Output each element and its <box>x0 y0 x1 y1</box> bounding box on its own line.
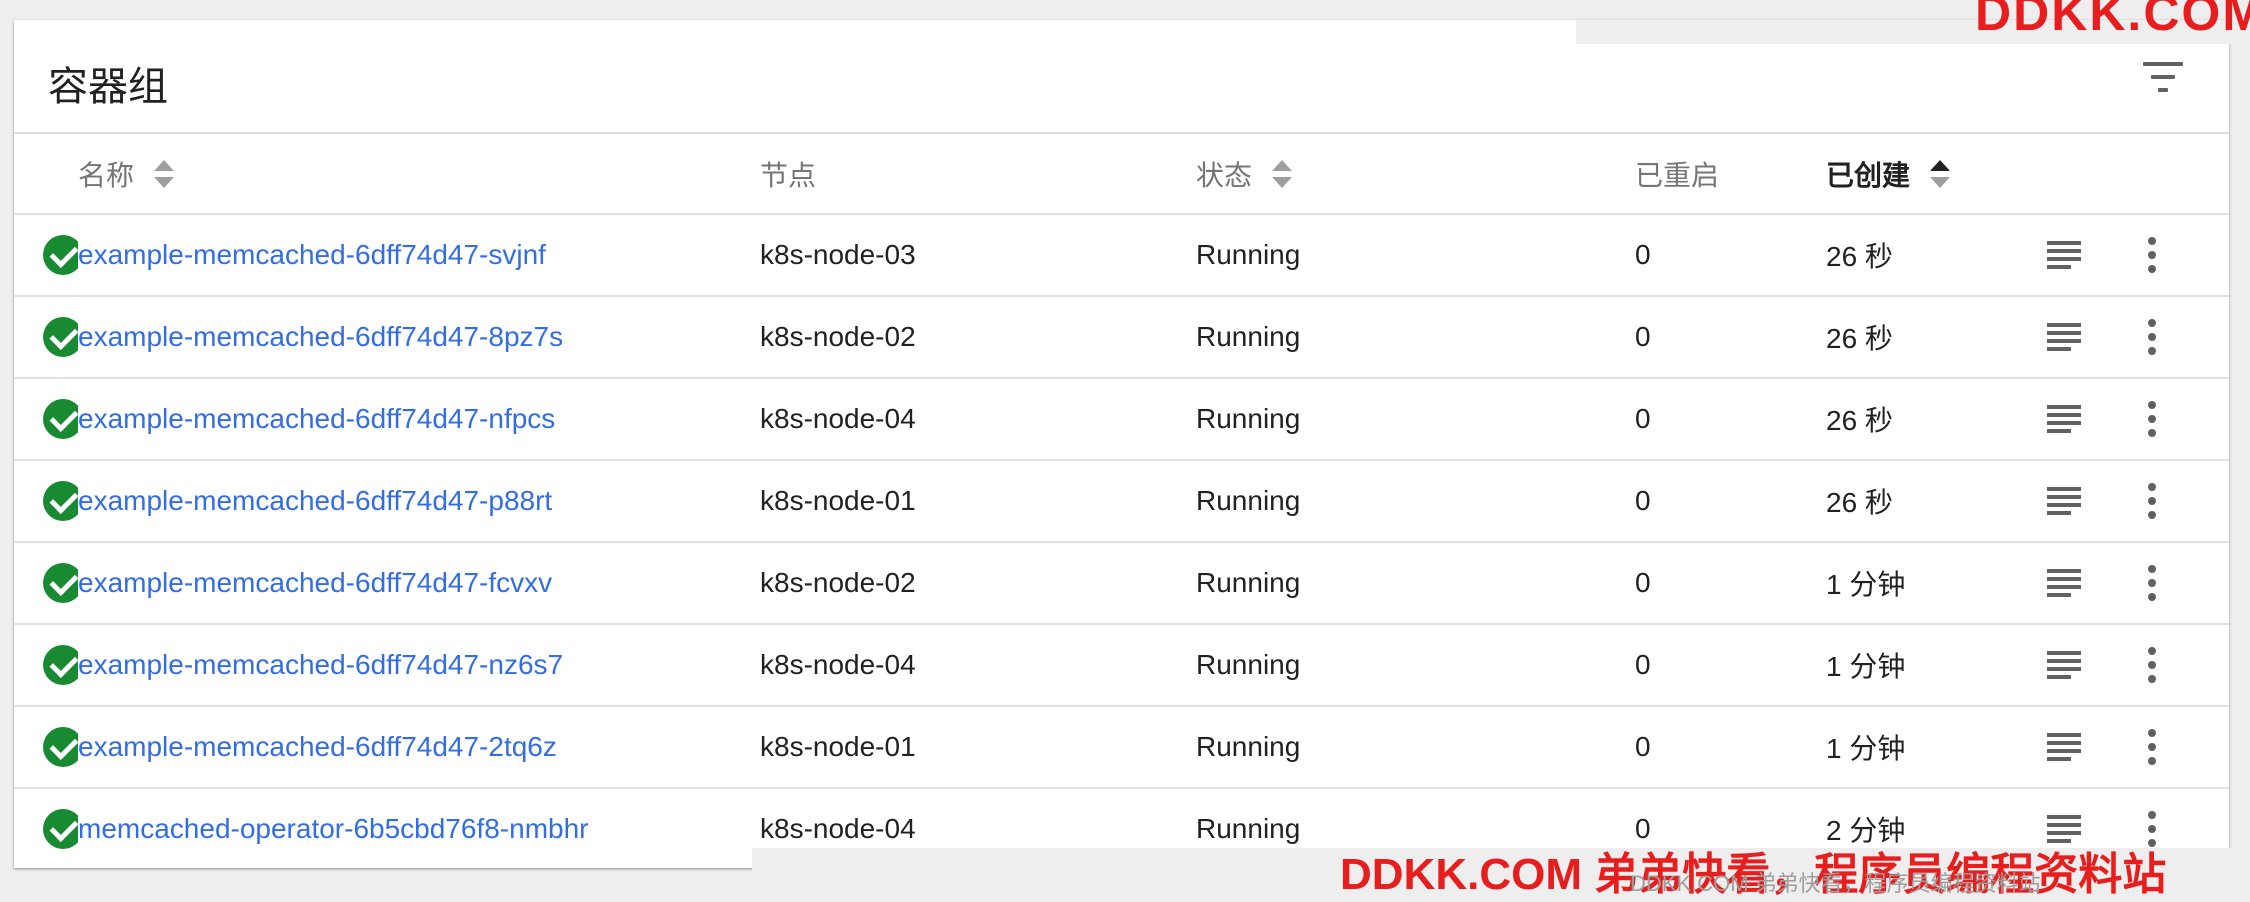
pod-name-link[interactable]: example-memcached-6dff74d47-fcvxv <box>78 567 552 598</box>
check-circle-icon <box>43 563 78 603</box>
more-vert-icon[interactable] <box>2147 483 2157 519</box>
table-row: example-memcached-6dff74d47-nfpcs k8s-no… <box>14 378 2229 460</box>
header-created[interactable]: 已创建 <box>1826 134 2035 214</box>
logs-icon[interactable] <box>2047 651 2081 679</box>
check-circle-icon <box>43 809 78 849</box>
pods-card: 容器组 名称 节点 状态 已重启 已创建 example-memcached-6… <box>14 20 2229 868</box>
header-status[interactable]: 状态 <box>1196 134 1635 214</box>
table-row: example-memcached-6dff74d47-p88rt k8s-no… <box>14 460 2229 542</box>
header-node-label: 节点 <box>760 159 817 191</box>
pod-status: Running <box>1196 567 1301 598</box>
more-vert-icon[interactable] <box>2147 319 2157 355</box>
pod-status: Running <box>1196 649 1301 680</box>
header-logs-spacer <box>2035 134 2115 214</box>
pod-restarts: 0 <box>1635 649 1651 680</box>
check-circle-icon <box>43 481 78 521</box>
pod-name-link[interactable]: example-memcached-6dff74d47-nz6s7 <box>78 649 563 680</box>
pod-age: 1 分钟 <box>1826 569 1906 600</box>
pod-status: Running <box>1196 731 1301 762</box>
check-circle-icon <box>43 727 78 767</box>
table-row: example-memcached-6dff74d47-svjnf k8s-no… <box>14 214 2229 296</box>
pod-restarts: 0 <box>1635 403 1651 434</box>
logs-icon[interactable] <box>2047 733 2081 761</box>
pod-name-link[interactable]: example-memcached-6dff74d47-svjnf <box>78 239 546 270</box>
card-title: 容器组 <box>48 65 168 109</box>
pod-node: k8s-node-04 <box>760 403 916 434</box>
check-circle-icon <box>43 645 78 685</box>
logs-icon[interactable] <box>2047 323 2081 351</box>
pod-name-link[interactable]: example-memcached-6dff74d47-2tq6z <box>78 731 557 762</box>
pod-name-link[interactable]: example-memcached-6dff74d47-8pz7s <box>78 321 563 352</box>
pod-age: 1 分钟 <box>1826 651 1906 682</box>
pod-node: k8s-node-01 <box>760 485 916 516</box>
check-circle-icon <box>43 317 78 357</box>
table-row: example-memcached-6dff74d47-2tq6z k8s-no… <box>14 706 2229 788</box>
pod-restarts: 0 <box>1635 485 1651 516</box>
table-row: example-memcached-6dff74d47-fcvxv k8s-no… <box>14 542 2229 624</box>
pod-name-link[interactable]: example-memcached-6dff74d47-nfpcs <box>78 403 555 434</box>
pod-status: Running <box>1196 403 1301 434</box>
header-status-spacer <box>14 134 78 214</box>
table-row: example-memcached-6dff74d47-nz6s7 k8s-no… <box>14 624 2229 706</box>
pod-restarts: 0 <box>1635 321 1651 352</box>
header-created-label: 已创建 <box>1826 159 1911 191</box>
sort-created-icon[interactable] <box>1929 160 1950 189</box>
header-actions-spacer <box>2115 134 2229 214</box>
pod-restarts: 0 <box>1635 731 1651 762</box>
pod-age: 26 秒 <box>1826 487 1893 518</box>
pod-node: k8s-node-01 <box>760 731 916 762</box>
pods-table: 名称 节点 状态 已重启 已创建 example-memcached-6dff7… <box>14 134 2229 868</box>
header-status-label: 状态 <box>1196 159 1253 191</box>
sort-name-icon[interactable] <box>153 160 174 189</box>
watermark-bottom-small: DDKK.COM 弟弟快看，程序员编程资料站 <box>1630 871 2041 896</box>
header-node: 节点 <box>760 134 1196 214</box>
pod-node: k8s-node-02 <box>760 567 916 598</box>
more-vert-icon[interactable] <box>2147 401 2157 437</box>
sort-status-icon[interactable] <box>1271 160 1292 189</box>
header-restarts-label: 已重启 <box>1635 159 1720 191</box>
more-vert-icon[interactable] <box>2147 237 2157 273</box>
more-vert-icon[interactable] <box>2147 565 2157 601</box>
logs-icon[interactable] <box>2047 405 2081 433</box>
table-header-row: 名称 节点 状态 已重启 已创建 <box>14 134 2229 214</box>
header-restarts: 已重启 <box>1635 134 1826 214</box>
pod-status: Running <box>1196 321 1301 352</box>
pod-age: 1 分钟 <box>1826 733 1906 764</box>
pod-status: Running <box>1196 239 1301 270</box>
pod-status: Running <box>1196 485 1301 516</box>
more-vert-icon[interactable] <box>2147 647 2157 683</box>
logs-icon[interactable] <box>2047 487 2081 515</box>
pod-age: 26 秒 <box>1826 405 1893 436</box>
more-vert-icon[interactable] <box>2147 729 2157 765</box>
pod-age: 26 秒 <box>1826 323 1893 354</box>
pod-age: 26 秒 <box>1826 241 1893 272</box>
filter-icon[interactable] <box>2143 60 2183 94</box>
header-name[interactable]: 名称 <box>78 134 760 214</box>
pod-name-link[interactable]: memcached-operator-6b5cbd76f8-nmbhr <box>78 813 589 844</box>
watermark-top: DDKK.COM <box>1975 0 2250 41</box>
pod-restarts: 0 <box>1635 567 1651 598</box>
pod-node: k8s-node-04 <box>760 649 916 680</box>
logs-icon[interactable] <box>2047 241 2081 269</box>
logs-icon[interactable] <box>2047 569 2081 597</box>
pod-name-link[interactable]: example-memcached-6dff74d47-p88rt <box>78 485 552 516</box>
check-circle-icon <box>43 235 78 275</box>
pod-node: k8s-node-03 <box>760 239 916 270</box>
header-name-label: 名称 <box>78 159 135 191</box>
table-row: example-memcached-6dff74d47-8pz7s k8s-no… <box>14 296 2229 378</box>
pod-node: k8s-node-02 <box>760 321 916 352</box>
pod-restarts: 0 <box>1635 239 1651 270</box>
check-circle-icon <box>43 399 78 439</box>
